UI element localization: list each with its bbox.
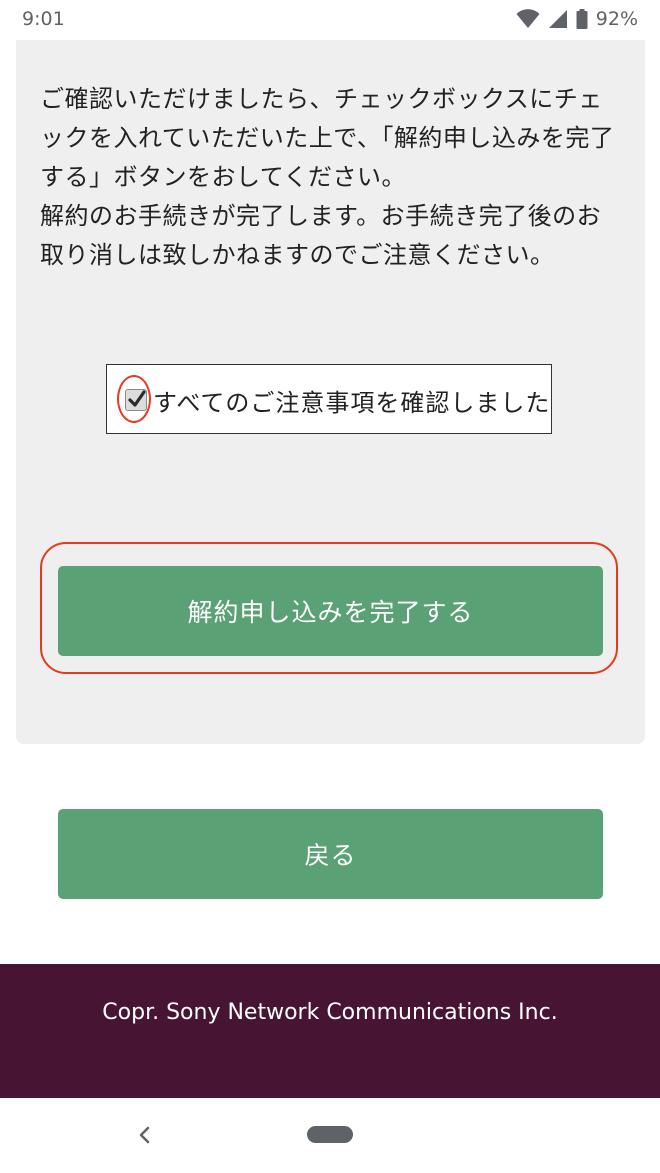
footer-copyright: Copr. Sony Network Communications Inc. xyxy=(102,1000,558,1025)
notice-paragraph-2: 解約のお手続きが完了します。お手続き完了後のお取り消しは致しかねますのでご注意く… xyxy=(40,202,602,269)
battery-percent: 92% xyxy=(595,8,638,30)
status-icons: 92% xyxy=(516,8,638,30)
notice-text: ご確認いただけましたら、チェックボックスにチェックを入れていただいた上で、「解約… xyxy=(40,80,620,275)
signal-icon xyxy=(548,9,568,29)
battery-icon xyxy=(576,9,588,29)
page: 9:01 92% ご確認いただけましたら、チェックボックスにチェックを入れていた… xyxy=(0,0,660,1173)
status-time: 9:01 xyxy=(22,8,65,30)
confirm-label: すべてのご注意事項を確認しました xyxy=(153,389,551,417)
nav-back-icon[interactable] xyxy=(132,1120,156,1150)
checkbox-highlight-ring xyxy=(117,375,151,423)
back-button[interactable]: 戻る xyxy=(58,809,603,899)
footer: Copr. Sony Network Communications Inc. xyxy=(0,964,660,1098)
wifi-icon xyxy=(516,9,540,29)
confirmation-card: ご確認いただけましたら、チェックボックスにチェックを入れていただいた上で、「解約… xyxy=(16,40,645,744)
nav-home-pill[interactable] xyxy=(307,1126,353,1143)
complete-cancellation-button[interactable]: 解約申し込みを完了する xyxy=(58,566,603,656)
notice-paragraph-1: ご確認いただけましたら、チェックボックスにチェックを入れていただいた上で、「解約… xyxy=(40,85,615,191)
system-nav-bar xyxy=(0,1098,660,1173)
status-bar: 9:01 92% xyxy=(0,0,660,40)
confirm-checkbox-row[interactable]: すべてのご注意事項を確認しました xyxy=(106,364,552,434)
